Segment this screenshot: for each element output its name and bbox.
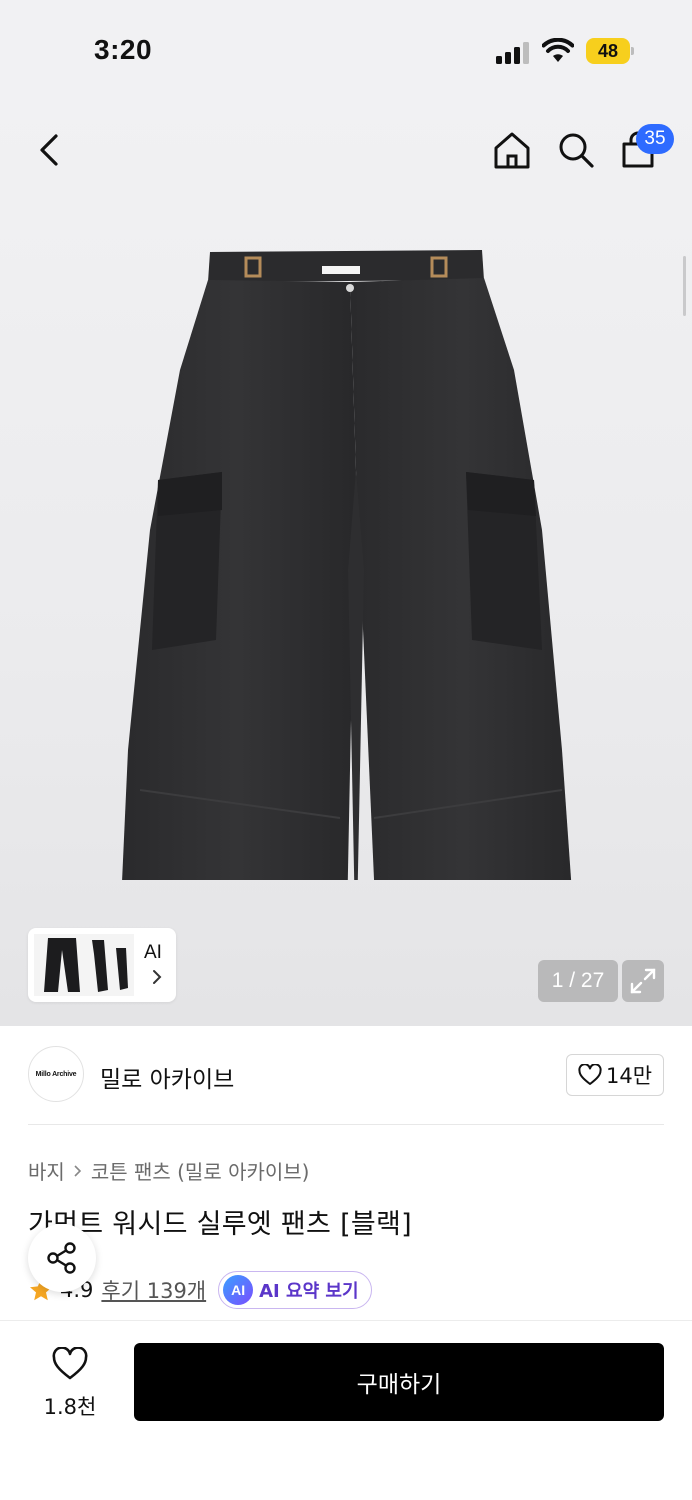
breadcrumb-subcategory[interactable]: 코튼 팬츠 (밀로 아카이브) xyxy=(91,1156,310,1185)
wishlist-count: 1.8천 xyxy=(43,1395,97,1419)
buy-button[interactable]: 구매하기 xyxy=(134,1343,664,1421)
cart-count-badge: 35 xyxy=(636,124,674,154)
brand-like-button[interactable]: 14만 xyxy=(566,1054,664,1096)
wishlist-button[interactable]: 1.8천 xyxy=(30,1347,110,1427)
heart-icon xyxy=(52,1347,88,1380)
expand-icon xyxy=(630,968,656,994)
share-button[interactable] xyxy=(28,1224,96,1292)
bottom-action-bar: 1.8천 구매하기 xyxy=(0,1320,692,1500)
brand-name[interactable]: 밀로 아카이브 xyxy=(100,1060,234,1094)
brand-like-count: 14만 xyxy=(605,1064,653,1088)
top-navigation xyxy=(0,100,692,200)
brand-logo-text: Millo Archive xyxy=(35,1070,77,1078)
search-icon[interactable] xyxy=(554,128,598,172)
chevron-right-icon xyxy=(153,970,162,984)
ai-summary-button[interactable]: AI AI 요약 보기 xyxy=(218,1271,372,1309)
chevron-right-icon xyxy=(74,1164,81,1177)
status-bar: 3:20 48 xyxy=(0,0,692,100)
signal-icon xyxy=(496,42,529,64)
battery-indicator: 48 xyxy=(586,38,634,64)
home-icon[interactable] xyxy=(490,128,534,172)
ai-summary-label: AI 요약 보기 xyxy=(259,1281,359,1302)
scroll-indicator[interactable] xyxy=(683,256,686,316)
ai-thumbnail-image xyxy=(34,934,134,996)
share-icon xyxy=(47,1242,76,1274)
review-count-link[interactable]: 후기 139개 xyxy=(101,1275,206,1305)
battery-level: 48 xyxy=(586,38,630,64)
brand-logo[interactable]: Millo Archive xyxy=(28,1046,84,1102)
status-time: 3:20 xyxy=(94,34,153,65)
divider xyxy=(28,1124,664,1125)
battery-cap xyxy=(631,47,634,55)
heart-icon xyxy=(578,1064,602,1085)
breadcrumb: 바지 코튼 팬츠 (밀로 아카이브) xyxy=(28,1156,310,1185)
ai-similar-items-button[interactable]: AI xyxy=(28,928,176,1002)
back-icon[interactable] xyxy=(30,126,70,174)
ai-badge-icon: AI xyxy=(223,1275,254,1305)
product-image-gallery[interactable] xyxy=(0,100,692,1026)
ai-thumbnail-label: AI xyxy=(144,942,162,963)
expand-image-button[interactable] xyxy=(622,960,664,1002)
product-image xyxy=(122,250,572,880)
breadcrumb-category[interactable]: 바지 xyxy=(28,1156,65,1185)
image-page-counter: 1 / 27 xyxy=(538,960,618,1002)
wifi-icon xyxy=(542,38,574,62)
